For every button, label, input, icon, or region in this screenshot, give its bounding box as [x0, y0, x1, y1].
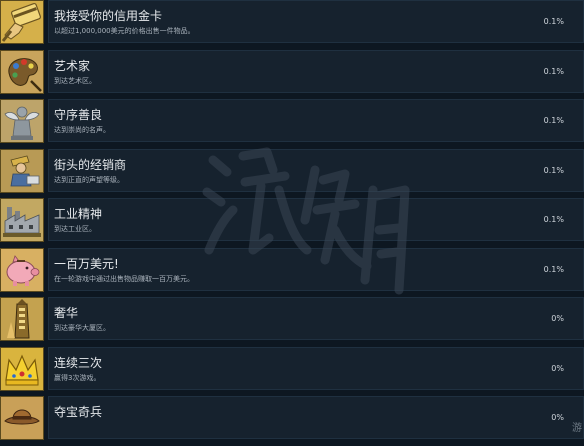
achievement-description: 达到正直的声望等级。: [54, 175, 124, 184]
crown-icon: [0, 346, 44, 391]
achievement-title: 街头的经销商: [54, 157, 127, 172]
achievement-row: 艺术家 到达艺术区。 0.1%: [0, 49, 584, 100]
angel-statue-icon: [0, 99, 44, 143]
achievement-title: 艺术家: [54, 58, 91, 73]
achievement-description: 以超过1,000,000美元的价格出售一件物品。: [54, 27, 195, 35]
achievement-panel: 一百万美元! 在一轮游戏中通过出售物品赚取一百万美元。 0.1%: [48, 247, 584, 291]
achievement-title: 夺宝奇兵: [54, 405, 103, 419]
achievement-row: 奢华 到达豪华大厦区。 0%: [0, 297, 584, 347]
explorer-hat-icon: [0, 396, 44, 440]
achievement-description: 在一轮游戏中通过出售物品赚取一百万美元。: [54, 274, 194, 283]
achievement-panel: 连续三次 赢得3次游戏。 0%: [48, 346, 584, 390]
achievement-panel: 工业精神 到达工业区。 0.1%: [48, 198, 584, 241]
achievement-panel: 夺宝奇兵 0%: [48, 396, 584, 439]
achievement-panel: 奢华 到达豪华大厦区。 0%: [48, 297, 584, 340]
achievement-percent: 0.1%: [543, 215, 564, 224]
achievement-percent: 0.1%: [543, 116, 564, 125]
achievement-row: 工业精神 到达工业区。 0.1%: [0, 198, 584, 248]
achievement-panel: 守序善良 达到崇尚的名声。 0.1%: [48, 99, 584, 142]
corner-watermark-text: 游: [572, 423, 582, 434]
achievement-description: 到达豪华大厦区。: [54, 324, 110, 332]
palette-icon: [0, 49, 44, 94]
achievement-title: 守序善良: [54, 108, 103, 122]
achievement-row: 守序善良 达到崇尚的名声。 0.1%: [0, 99, 584, 149]
achievement-percent: 0.1%: [543, 165, 564, 175]
achievement-panel: 我接受你的信用金卡 以超过1,000,000美元的价格出售一件物品。 0.1%: [48, 0, 584, 43]
achievement-title: 奢华: [54, 306, 79, 320]
achievement-row: 连续三次 赢得3次游戏。 0%: [0, 346, 584, 397]
achievement-percent: 0%: [551, 314, 564, 323]
achievement-description: 到达工业区。: [54, 225, 96, 233]
achievement-percent: 0%: [551, 413, 564, 422]
achievement-description: 赢得3次游戏。: [54, 373, 101, 382]
piggy-bank-icon: [0, 247, 44, 292]
achievement-title: 我接受你的信用金卡: [54, 9, 163, 23]
achievement-row: 街头的经销商 达到正直的声望等级。 0.1%: [0, 148, 584, 199]
achievement-row: 夺宝奇兵 0%: [0, 396, 584, 446]
achievement-list: 我接受你的信用金卡 以超过1,000,000美元的价格出售一件物品。 0.1% …: [0, 0, 584, 440]
achievement-title: 一百万美元!: [54, 256, 119, 271]
achievement-percent: 0%: [551, 363, 564, 373]
achievement-title: 连续三次: [54, 355, 103, 370]
achievement-row: 一百万美元! 在一轮游戏中通过出售物品赚取一百万美元。 0.1%: [0, 247, 584, 298]
achievement-panel: 街头的经销商 达到正直的声望等级。 0.1%: [48, 148, 584, 192]
achievement-percent: 0.1%: [543, 264, 564, 274]
achievement-percent: 0.1%: [543, 17, 564, 26]
tower-icon: [0, 297, 44, 341]
achievement-percent: 0.1%: [543, 66, 564, 76]
credit-card-hand-icon: [0, 0, 44, 44]
achievement-title: 工业精神: [54, 207, 103, 221]
street-dealer-icon: [0, 148, 44, 193]
achievement-row: 我接受你的信用金卡 以超过1,000,000美元的价格出售一件物品。 0.1%: [0, 0, 584, 50]
achievement-description: 到达艺术区。: [54, 76, 96, 85]
achievement-description: 达到崇尚的名声。: [54, 126, 110, 134]
achievement-panel: 艺术家 到达艺术区。 0.1%: [48, 49, 584, 93]
factory-icon: [0, 198, 44, 242]
